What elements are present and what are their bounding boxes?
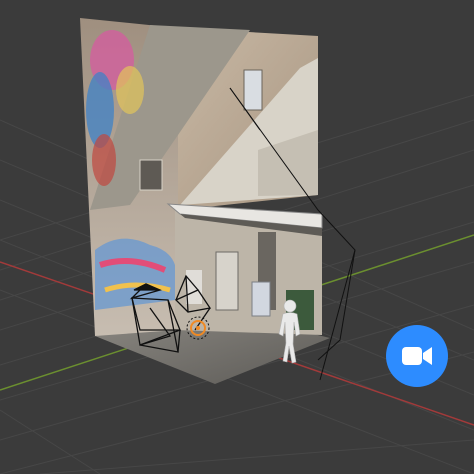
3d-viewport[interactable] bbox=[0, 0, 474, 474]
viewport-scene[interactable] bbox=[0, 0, 474, 474]
camera-view-button[interactable] bbox=[386, 325, 448, 387]
storage-box bbox=[251, 281, 271, 317]
vent bbox=[139, 159, 163, 191]
vending-machine bbox=[215, 251, 239, 311]
window bbox=[243, 69, 263, 111]
video-camera-icon bbox=[402, 347, 432, 365]
white-panel bbox=[186, 270, 202, 304]
